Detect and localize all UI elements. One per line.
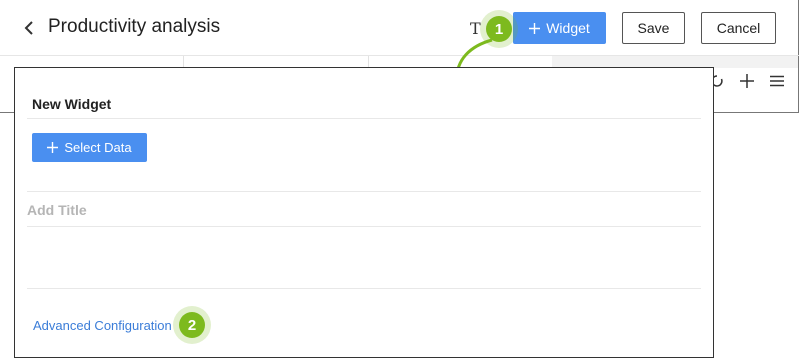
plus-icon	[529, 22, 541, 34]
new-widget-dialog: New Widget Select Data Advanced Configur…	[14, 67, 714, 358]
divider	[27, 191, 701, 192]
divider	[27, 288, 701, 289]
add-widget-button[interactable]: Widget	[513, 12, 606, 44]
cancel-button[interactable]: Cancel	[701, 12, 776, 44]
plus-glyph	[740, 74, 754, 88]
widget-title-input[interactable]	[27, 199, 697, 221]
select-data-button[interactable]: Select Data	[32, 133, 147, 162]
save-button[interactable]: Save	[622, 12, 685, 44]
callout-badge-1: 1	[486, 16, 512, 42]
menu-icon[interactable]	[768, 72, 786, 90]
add-icon[interactable]	[738, 72, 756, 90]
back-button[interactable]	[18, 17, 40, 39]
hamburger-glyph	[770, 75, 784, 87]
add-widget-label: Widget	[546, 20, 590, 36]
callout-badge-2: 2	[179, 312, 205, 338]
page-title: Productivity analysis	[48, 16, 221, 37]
select-data-label: Select Data	[64, 140, 132, 155]
plus-icon	[47, 142, 59, 153]
divider	[27, 118, 701, 119]
advanced-configuration-link[interactable]: Advanced Configuration	[33, 318, 172, 333]
chevron-left-icon	[24, 21, 33, 35]
dialog-title: New Widget	[32, 96, 112, 112]
divider	[27, 226, 701, 227]
